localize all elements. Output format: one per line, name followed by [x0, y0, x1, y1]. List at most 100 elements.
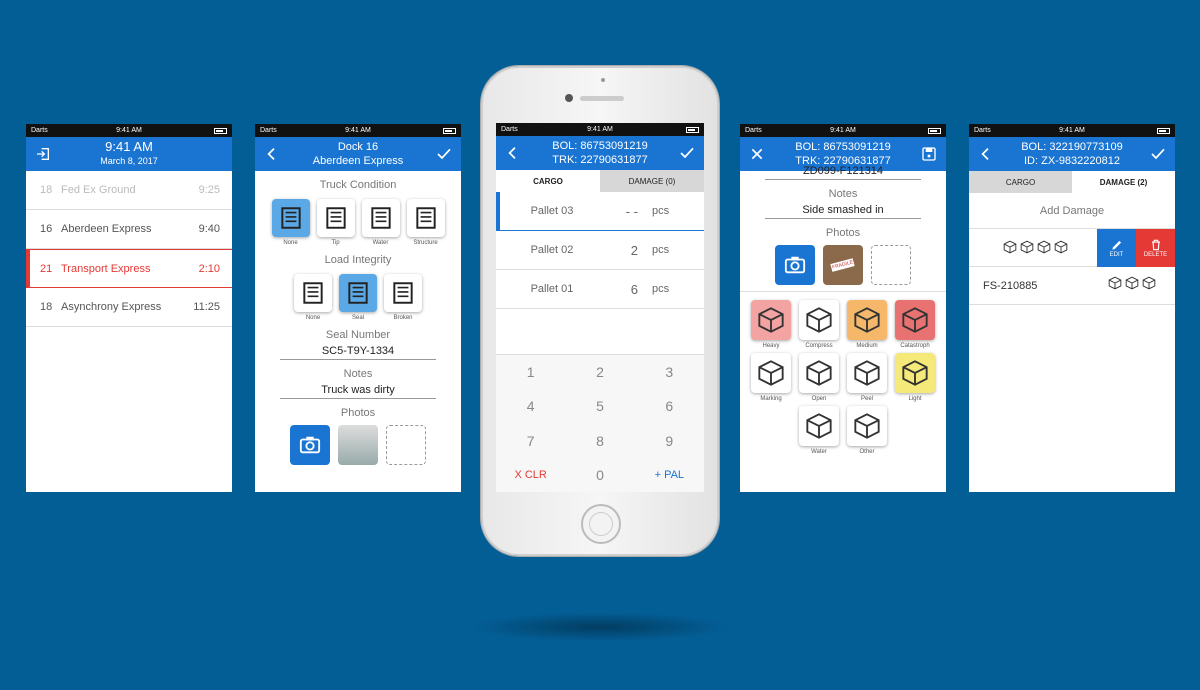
back-chevron-icon[interactable]	[977, 145, 995, 163]
damage-type-peel[interactable]: Peel	[847, 353, 887, 402]
key-8[interactable]: 8	[565, 433, 634, 449]
box-icon	[901, 306, 929, 334]
close-icon[interactable]	[748, 145, 766, 163]
damage-type-compress[interactable]: Compress	[799, 300, 839, 349]
damage-type-marking[interactable]: Marking	[751, 353, 791, 402]
key-2[interactable]: 2	[565, 364, 634, 380]
edit-button[interactable]: EDIT	[1097, 229, 1136, 267]
dock-row[interactable]: 18 Asynchrony Express 11:25	[26, 288, 232, 327]
damage-tile	[847, 406, 887, 446]
pallet-qty: - -	[625, 203, 638, 219]
delete-button[interactable]: DELETE	[1136, 229, 1175, 267]
check-icon[interactable]	[435, 145, 453, 163]
trash-icon	[1151, 239, 1160, 251]
key-6[interactable]: 6	[635, 398, 704, 414]
row-num: 21	[40, 262, 53, 275]
damage-type-medium[interactable]: Medium	[847, 300, 887, 349]
box-icon	[1142, 276, 1156, 290]
key-5[interactable]: 5	[565, 398, 634, 414]
damage-type-open[interactable]: Open	[799, 353, 839, 402]
pallet-unit: pcs	[652, 283, 670, 295]
bol-label: BOL: 86753091219	[795, 141, 891, 153]
key-4[interactable]: 4	[496, 398, 565, 414]
key-clear[interactable]: X CLR	[496, 469, 565, 481]
tab-cargo[interactable]: CARGO	[969, 171, 1072, 193]
photos-label: Photos	[825, 227, 861, 239]
damage-type-other[interactable]: Other	[847, 406, 887, 455]
box-icon	[853, 412, 881, 440]
pallet-unit: pcs	[652, 205, 670, 217]
camera-button[interactable]	[290, 425, 330, 465]
tile-integrity-none[interactable]: None	[294, 274, 332, 321]
row-name: Transport Express	[61, 262, 151, 275]
truck-water-icon	[368, 205, 394, 231]
tab-cargo[interactable]: CARGO	[496, 170, 600, 192]
tile-seal[interactable]: Seal	[339, 274, 377, 321]
row-name: Asynchrony Express	[61, 301, 162, 313]
check-icon[interactable]	[678, 144, 696, 162]
photos-label: Photos	[340, 407, 376, 419]
box-icon	[1054, 240, 1068, 254]
damage-icons	[1003, 240, 1071, 259]
screen-dock-list: Darts 9:41 AM 9:41 AM March 8, 2017 18 Fed …	[26, 124, 232, 492]
row-time: 9:40	[198, 223, 220, 235]
dock-row-alert[interactable]: 21 Transport Express 2:10	[26, 249, 232, 288]
tile-broken[interactable]: Broken	[384, 274, 422, 321]
notes-label: Notes	[828, 188, 858, 200]
tile-water[interactable]: Water	[361, 199, 400, 246]
photo-thumbnail[interactable]	[338, 425, 378, 465]
dock-row[interactable]: 18 Fed Ex Ground 9:25	[26, 171, 232, 210]
damage-type-heavy[interactable]: Heavy	[751, 300, 791, 349]
front-camera	[565, 94, 573, 102]
seal-number-field[interactable]: SC5-T9Y-1334	[280, 345, 436, 360]
camera-button[interactable]	[775, 245, 815, 285]
tab-damage[interactable]: DAMAGE (0)	[600, 170, 704, 192]
pallet-row[interactable]: Pallet 01 6 pcs	[496, 270, 704, 309]
header: Dock 16 Aberdeen Express	[255, 137, 461, 171]
key-1[interactable]: 1	[496, 364, 565, 380]
back-chevron-icon[interactable]	[504, 144, 522, 162]
header-line2: Aberdeen Express	[312, 155, 404, 167]
tile-structure[interactable]: Structure	[406, 199, 445, 246]
header: 9:41 AM March 8, 2017	[26, 137, 232, 171]
dock-row[interactable]: 16 Aberdeen Express 9:40	[26, 210, 232, 249]
damage-type-label: Other	[859, 449, 875, 455]
damage-tile	[895, 300, 935, 340]
notes-field[interactable]: Side smashed in	[765, 204, 921, 219]
photo-placeholder[interactable]	[871, 245, 911, 285]
damage-type-light[interactable]: Light	[895, 353, 935, 402]
damage-type-label: Compress	[805, 343, 833, 349]
pallet-row[interactable]: Pallet 03 - - pcs	[496, 192, 704, 231]
pallet-name: Pallet 02	[530, 244, 574, 256]
logout-icon[interactable]	[34, 145, 52, 163]
key-9[interactable]: 9	[635, 433, 704, 449]
photo-thumbnail[interactable]: FRAGILE	[823, 245, 863, 285]
pallet-row[interactable]: Pallet 02 2 pcs	[496, 231, 704, 270]
box-icon	[757, 306, 785, 334]
keypad: 1 2 3 4 5 6 7 8 9 X CLR 0 + PAL	[496, 354, 704, 492]
pallet-qty: 2	[630, 242, 638, 258]
tile-none[interactable]: None	[271, 199, 310, 246]
check-icon[interactable]	[1149, 145, 1167, 163]
notes-field[interactable]: Truck was dirty	[280, 384, 436, 399]
damage-type-catastroph[interactable]: Catastroph	[895, 300, 935, 349]
damage-tile	[751, 300, 791, 340]
home-button[interactable]	[581, 504, 621, 544]
pencil-icon	[1111, 240, 1121, 250]
damage-type-water[interactable]: Water	[799, 406, 839, 455]
key-0[interactable]: 0	[565, 467, 634, 483]
save-icon[interactable]	[920, 145, 938, 163]
header-time: 9:41 AM	[105, 139, 153, 154]
notes-label: Notes	[343, 368, 373, 380]
key-add-pallet[interactable]: + PAL	[635, 469, 704, 481]
tab-damage[interactable]: DAMAGE (2)	[1072, 171, 1175, 193]
damage-row-swiped[interactable]: EDIT DELETE	[969, 229, 1175, 267]
damage-row[interactable]: FS-210885	[969, 267, 1175, 305]
tile-tip[interactable]: Tip	[316, 199, 355, 246]
back-chevron-icon[interactable]	[263, 145, 281, 163]
key-3[interactable]: 3	[635, 364, 704, 380]
photo-placeholder[interactable]	[386, 425, 426, 465]
header-date: March 8, 2017	[100, 156, 158, 166]
add-damage-button[interactable]: Add Damage	[969, 193, 1175, 229]
key-7[interactable]: 7	[496, 433, 565, 449]
